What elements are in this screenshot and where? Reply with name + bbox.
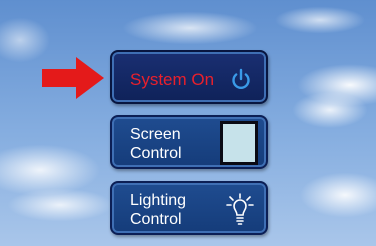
screen-icon: [220, 121, 258, 165]
lighting-control-button[interactable]: Lighting Control: [110, 181, 268, 235]
screen-control-label: Screen Control: [130, 126, 182, 162]
arrow-right-icon: [42, 57, 104, 99]
lightbulb-icon: [226, 193, 254, 225]
power-icon: [232, 68, 250, 89]
system-on-label: System On: [130, 70, 215, 89]
system-on-button[interactable]: System On: [110, 50, 268, 104]
lighting-control-label: Lighting Control: [130, 192, 187, 228]
screen-control-button[interactable]: Screen Control: [110, 115, 268, 169]
sky-background: System On Screen Control Lighting Contro…: [0, 0, 376, 246]
